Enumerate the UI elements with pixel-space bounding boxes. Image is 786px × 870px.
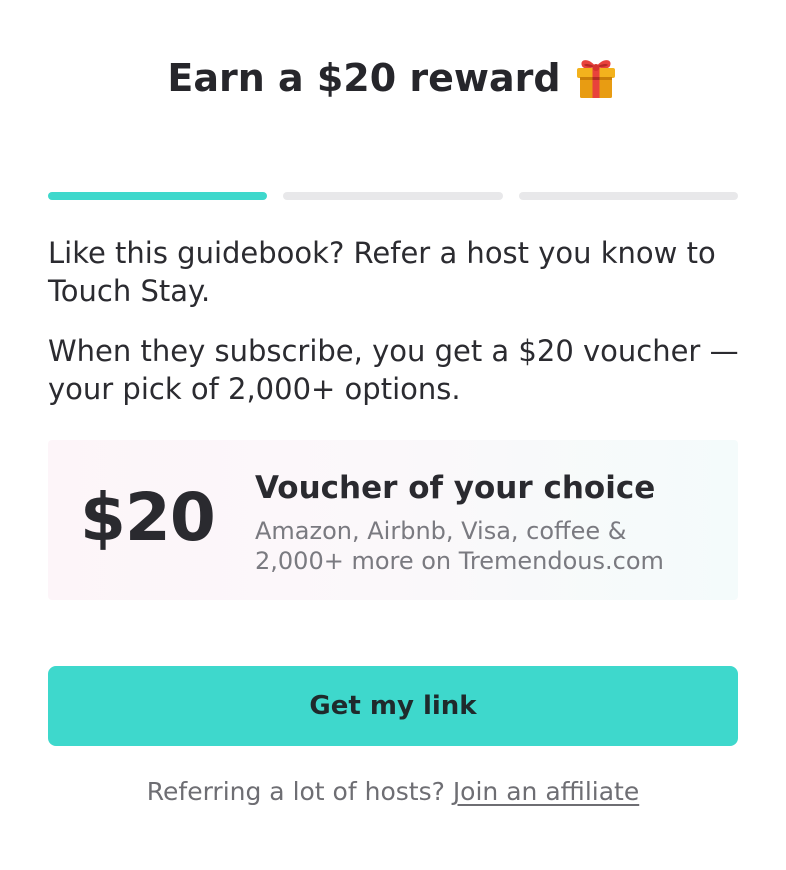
affiliate-prompt: Referring a lot of hosts? — [146, 777, 453, 806]
progress-step-2 — [283, 192, 503, 200]
voucher-description: Amazon, Airbnb, Visa, coffee & 2,000+ mo… — [255, 517, 664, 575]
join-affiliate-link[interactable]: Join an affiliate — [453, 777, 639, 806]
voucher-title: Voucher of your choice — [255, 470, 656, 506]
modal-title: Earn a $20 reward — [167, 56, 561, 100]
affiliate-footer: Referring a lot of hosts? Join an affili… — [0, 774, 786, 810]
voucher-card: $20 Voucher of your choice Amazon, Airbn… — [48, 440, 738, 600]
progress-step-3 — [518, 192, 738, 200]
progress-steps — [48, 192, 738, 200]
intro-paragraph: Like this guidebook? Refer a host you kn… — [48, 236, 716, 308]
reward-paragraph: When they subscribe, you get a $20 vouch… — [48, 334, 739, 406]
title-row: Earn a $20 reward — [0, 48, 786, 108]
referral-modal: Earn a $20 reward Like this guidebook? R… — [0, 0, 786, 870]
get-my-link-button[interactable]: Get my link — [48, 666, 738, 746]
gift-icon — [573, 55, 619, 101]
progress-step-1 — [48, 192, 268, 200]
voucher-amount: $20 — [80, 479, 216, 556]
